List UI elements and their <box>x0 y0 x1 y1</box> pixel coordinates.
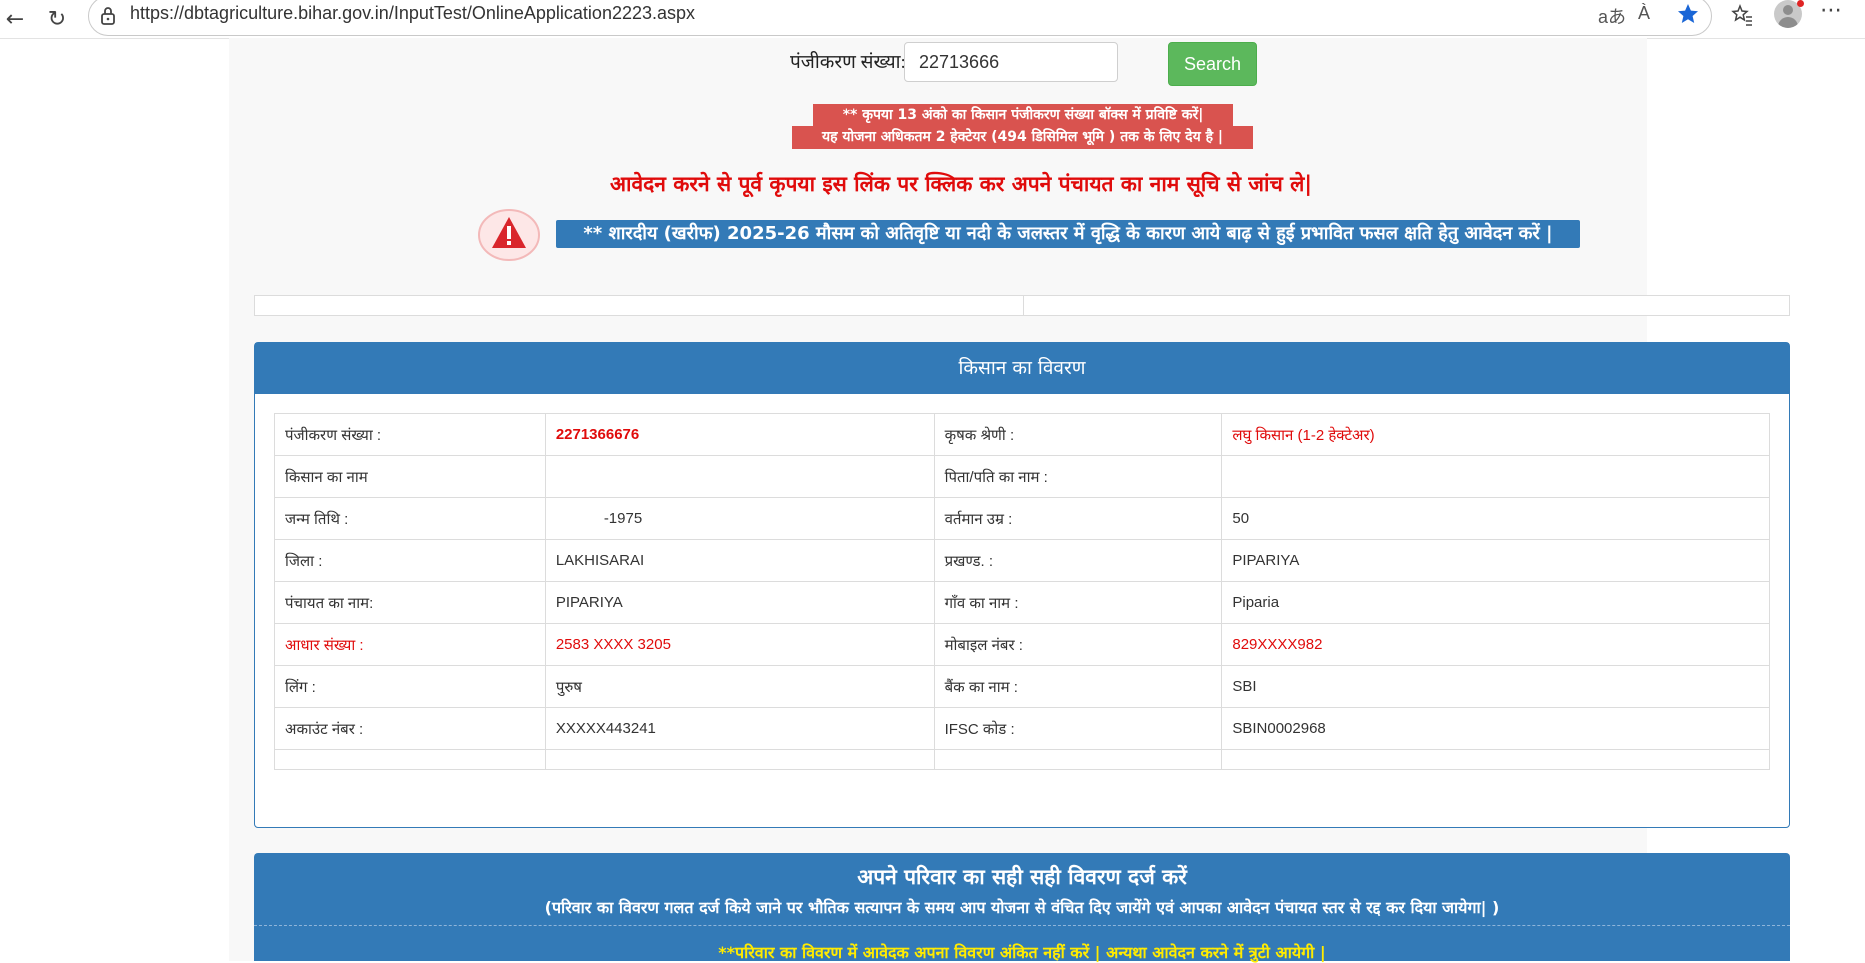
favorites-list-icon[interactable] <box>1730 3 1754 27</box>
flood-application-banner[interactable]: ** शारदीय (खरीफ) 2025-26 मौसम को अतिवृष्… <box>556 220 1580 248</box>
notification-dot <box>1797 0 1804 7</box>
farmer-details-heading: किसान का विवरण <box>255 343 1789 394</box>
label-gender: लिंग : <box>274 665 546 708</box>
label-dob: जन्म तिथि : <box>274 497 546 540</box>
value-panchayat: PIPARIYA <box>544 581 935 624</box>
warning-triangle-icon <box>478 209 540 261</box>
value-father-name <box>1221 455 1770 498</box>
empty-info-table <box>254 295 1790 316</box>
table-row: अकाउंट नंबर : XXXXX443241 IFSC कोड : SBI… <box>274 707 1770 750</box>
value-dob: -1975 <box>544 497 935 540</box>
value-aadhaar: 2583 XXXX 3205 <box>544 623 935 666</box>
back-arrow-icon[interactable]: ← <box>0 4 30 34</box>
value-ifsc: SBIN0002968 <box>1221 707 1770 750</box>
registration-number-input[interactable] <box>904 42 1118 82</box>
translate-icon[interactable]: aあ <box>1598 3 1626 29</box>
value-village: Piparia <box>1221 581 1770 624</box>
browser-toolbar: ← ↻ https://dbtagriculture.bihar.gov.in/… <box>0 0 1865 39</box>
notice-13-digit: ** कृपया 13 अंको का किसान पंजीकरण संख्या… <box>813 104 1233 126</box>
label-panchayat: पंचायत का नाम: <box>274 581 546 624</box>
label-age: वर्तमान उम्र : <box>933 497 1223 540</box>
more-options-icon[interactable]: ⋯ <box>1820 0 1842 23</box>
favorite-star-icon[interactable] <box>1676 2 1700 26</box>
value-block: PIPARIYA <box>1221 539 1770 582</box>
label-district: जिला : <box>274 539 546 582</box>
label-block: प्रखण्ड. : <box>933 539 1223 582</box>
family-details-subtitle: (परिवार का विवरण गलत दर्ज किये जाने पर भ… <box>544 898 1500 917</box>
family-details-warning: **परिवार का विवरण में आवेदक अपना विवरण अ… <box>718 943 1326 962</box>
panchayat-check-link[interactable]: आवेदन करने से पूर्व कृपया इस लिंक पर क्ल… <box>0 170 1865 198</box>
label-bank-name: बैंक का नाम : <box>933 665 1223 708</box>
notice-max-hectare: यह योजना अधिकतम 2 हेक्टेयर (494 डिसिमिल … <box>792 126 1253 149</box>
lock-icon[interactable] <box>100 4 116 28</box>
table-row: लिंग : पुरुष बैंक का नाम : SBI <box>274 665 1770 708</box>
table-row: पंचायत का नाम: PIPARIYA गाँव का नाम : Pi… <box>274 581 1770 624</box>
read-aloud-icon[interactable]: À <box>1638 3 1650 24</box>
label-father-name: पिता/पति का नाम : <box>933 455 1223 498</box>
family-details-title: अपने परिवार का सही सही विवरण दर्ज करें <box>857 865 1187 889</box>
value-farmer-category: लघु किसान (1-2 हेक्टेअर) <box>1221 413 1770 456</box>
table-row: पंजीकरण संख्या : 2271366676 कृषक श्रेणी … <box>274 413 1770 456</box>
search-button[interactable]: Search <box>1168 42 1257 86</box>
label-farmer-name: किसान का नाम <box>274 455 546 498</box>
family-details-panel: अपने परिवार का सही सही विवरण दर्ज करें (… <box>254 853 1790 962</box>
registration-label: पंजीकरण संख्या: <box>790 52 906 73</box>
refresh-icon[interactable]: ↻ <box>42 4 72 34</box>
divider <box>254 925 1790 927</box>
url-text[interactable]: https://dbtagriculture.bihar.gov.in/Inpu… <box>130 3 695 24</box>
value-mobile: 829XXXX982 <box>1221 623 1770 666</box>
table-row <box>274 749 1770 770</box>
label-mobile: मोबाइल नंबर : <box>933 623 1223 666</box>
farmer-details-table: पंजीकरण संख्या : 2271366676 कृषक श्रेणी … <box>274 413 1770 770</box>
value-age: 50 <box>1221 497 1770 540</box>
label-farmer-category: कृषक श्रेणी : <box>933 413 1223 456</box>
label-registration: पंजीकरण संख्या : <box>274 413 546 456</box>
label-ifsc: IFSC कोड : <box>933 707 1223 750</box>
value-district: LAKHISARAI <box>544 539 935 582</box>
label-village: गाँव का नाम : <box>933 581 1223 624</box>
table-row: किसान का नाम पिता/पति का नाम : <box>274 455 1770 498</box>
value-farmer-name <box>544 455 935 498</box>
value-gender: पुरुष <box>544 665 935 708</box>
label-aadhaar: आधार संख्या : <box>274 623 546 666</box>
value-registration: 2271366676 <box>544 413 935 456</box>
farmer-details-panel: किसान का विवरण पंजीकरण संख्या : 22713666… <box>254 342 1790 828</box>
value-bank-name: SBI <box>1221 665 1770 708</box>
value-account-number: XXXXX443241 <box>544 707 935 750</box>
label-account-number: अकाउंट नंबर : <box>274 707 546 750</box>
table-row: जन्म तिथि : -1975 वर्तमान उम्र : 50 <box>274 497 1770 540</box>
table-row: आधार संख्या : 2583 XXXX 3205 मोबाइल नंबर… <box>274 623 1770 666</box>
table-row: जिला : LAKHISARAI प्रखण्ड. : PIPARIYA <box>274 539 1770 582</box>
